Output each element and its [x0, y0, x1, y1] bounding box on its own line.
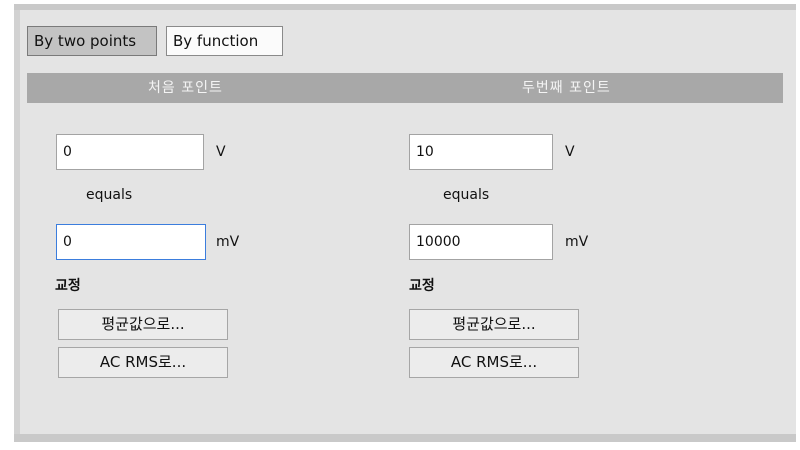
first-point-equals-label: equals — [86, 187, 133, 203]
second-point-equals-label: equals — [443, 187, 490, 203]
first-point-v-unit: V — [216, 144, 226, 160]
first-point-calibration-label: 교정 — [55, 278, 81, 294]
second-point-ac-rms-button[interactable]: AC RMS로... — [409, 347, 579, 378]
second-point-calibration-label: 교정 — [409, 278, 435, 294]
points-header-bar: 처음 포인트 두번째 포인트 — [27, 73, 783, 103]
second-point-mv-input[interactable] — [409, 224, 553, 260]
tab-by-function[interactable]: By function — [166, 26, 283, 56]
first-point-header: 처음 포인트 — [148, 80, 223, 96]
second-point-average-button[interactable]: 평균값으로... — [409, 309, 579, 340]
first-point-mv-unit: mV — [216, 234, 240, 250]
first-point-average-button[interactable]: 평균값으로... — [58, 309, 228, 340]
first-point-v-input[interactable] — [56, 134, 204, 170]
first-point-ac-rms-button[interactable]: AC RMS로... — [58, 347, 228, 378]
second-point-v-unit: V — [565, 144, 575, 160]
second-point-header: 두번째 포인트 — [522, 80, 611, 96]
first-point-mv-input[interactable] — [56, 224, 206, 260]
second-point-mv-unit: mV — [565, 234, 589, 250]
tab-by-two-points[interactable]: By two points — [27, 26, 157, 56]
second-point-v-input[interactable] — [409, 134, 553, 170]
